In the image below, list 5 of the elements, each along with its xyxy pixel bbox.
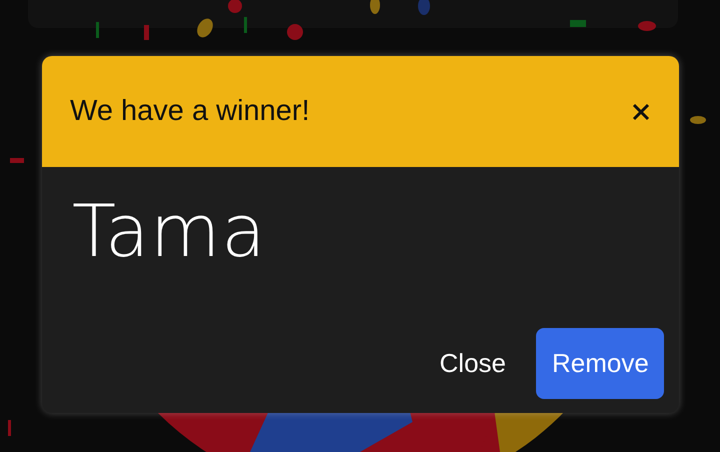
winner-name: Tama xyxy=(72,195,268,267)
dialog-title: We have a winner! xyxy=(70,95,310,128)
close-button[interactable]: Close xyxy=(424,328,522,399)
close-icon[interactable] xyxy=(631,102,651,122)
remove-button[interactable]: Remove xyxy=(536,328,664,399)
